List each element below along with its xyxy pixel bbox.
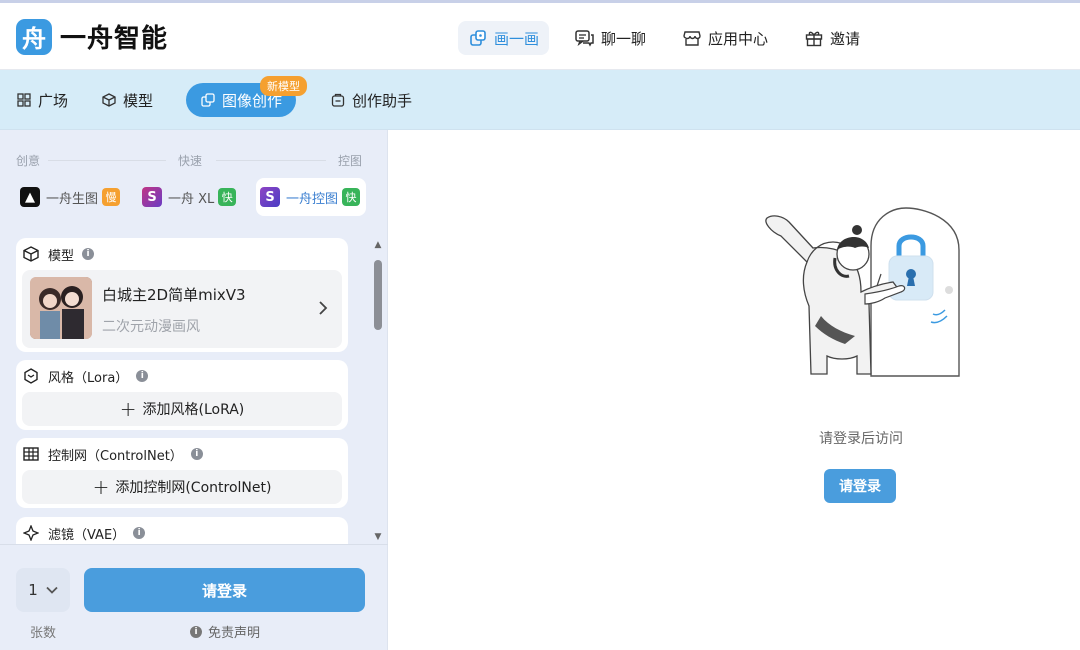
left-panel: 创意 快速 控图 ▲ 一舟生图 慢 S 一舟 XL 快 S 一舟控图 快 模型 …: [0, 130, 388, 650]
generate-login-button[interactable]: 请登录: [84, 568, 365, 612]
plus-icon: +: [92, 475, 110, 499]
topnav-app-center[interactable]: 应用中心: [672, 21, 778, 55]
lora-card-header: 风格（Lora） i: [22, 366, 149, 386]
vae-card: 滤镜（VAE） i: [16, 517, 348, 544]
plus-icon: +: [119, 397, 137, 421]
footer-divider: [0, 544, 388, 545]
scroll-thumb[interactable]: [374, 260, 382, 330]
disclaimer-label: 免责声明: [208, 626, 261, 641]
model-tab-yizhou-xl[interactable]: S 一舟 XL 快: [138, 178, 242, 216]
lora-card-title: 风格（Lora）: [48, 370, 129, 386]
slow-tag: 慢: [102, 188, 121, 206]
subnav-models-label: 模型: [123, 91, 154, 110]
image-count-select[interactable]: 1: [16, 568, 70, 612]
disclaimer-link[interactable]: i 免责声明: [190, 622, 260, 641]
scroll-down-arrow-icon[interactable]: ▼: [373, 532, 383, 542]
model-name: 白城主2D简单mixV3: [102, 286, 246, 304]
subnav-models[interactable]: 模型: [101, 83, 153, 117]
mode-divider: [216, 160, 326, 161]
model-tab-label: 一舟生图: [46, 191, 99, 207]
controlnet-card-header: 控制网（ControlNet） i: [22, 444, 203, 464]
model-tab-label: 一舟 XL: [168, 191, 215, 207]
topnav-draw[interactable]: 画一画: [458, 21, 550, 55]
scroll-up-arrow-icon[interactable]: ▲: [373, 240, 383, 250]
sail-icon: ▲: [20, 187, 40, 207]
store-icon: [682, 28, 702, 48]
subnav-plaza[interactable]: 广场: [16, 83, 68, 117]
cube-icon: [22, 245, 40, 263]
info-icon: i: [190, 625, 202, 638]
model-card: 模型 i 白城主2D简单mixV3 二次元动漫画风: [16, 238, 348, 352]
model-thumbnail: [30, 277, 92, 339]
fast-tag: 快: [218, 188, 237, 206]
cube-icon: [101, 92, 117, 108]
top-header: 舟 一舟智能 画一画 聊一聊 应用中心 邀请: [0, 0, 1080, 70]
hexagon-icon: [22, 367, 40, 385]
subnav-assistant[interactable]: 创作助手: [330, 83, 412, 117]
sparkle-icon: [22, 524, 40, 542]
mode-labels: 创意 快速 控图: [16, 152, 366, 168]
subnav-plaza-label: 广场: [38, 91, 69, 110]
chevron-right-icon: [319, 301, 328, 315]
right-panel: 请登录后访问 请登录: [389, 130, 1080, 650]
add-lora-button[interactable]: + 添加风格(LoRA): [22, 392, 342, 426]
model-tabs: ▲ 一舟生图 慢 S 一舟 XL 快 S 一舟控图 快: [16, 178, 366, 216]
info-icon[interactable]: i: [136, 370, 149, 382]
model-style: 二次元动漫画风: [102, 319, 200, 335]
gift-icon: [804, 28, 824, 48]
add-controlnet-button[interactable]: + 添加控制网(ControlNet): [22, 470, 342, 504]
info-icon[interactable]: i: [133, 527, 146, 539]
info-icon[interactable]: i: [190, 448, 203, 460]
model-selector[interactable]: 白城主2D简单mixV3 二次元动漫画风: [22, 270, 342, 348]
grid-icon: [16, 92, 32, 108]
s-logo-icon: S: [260, 187, 280, 207]
model-card-header: 模型 i: [22, 244, 95, 264]
topnav-chat-label: 聊一聊: [601, 29, 647, 48]
topnav-app-center-label: 应用中心: [708, 29, 769, 48]
image-count-value: 1: [28, 581, 38, 599]
locked-door-illustration: [765, 207, 960, 377]
add-controlnet-label: 添加控制网(ControlNet): [115, 480, 272, 496]
grid-frame-icon: [22, 445, 40, 463]
image-create-icon: [200, 92, 216, 108]
topnav-invite-label: 邀请: [830, 29, 861, 48]
subnav-assistant-label: 创作助手: [352, 91, 413, 110]
topnav-draw-label: 画一画: [494, 29, 540, 48]
model-tab-yizhou-control[interactable]: S 一舟控图 快: [256, 178, 366, 216]
topnav-chat[interactable]: 聊一聊: [565, 21, 656, 55]
assistant-icon: [330, 92, 346, 108]
new-model-badge: 新模型: [260, 76, 307, 96]
login-button[interactable]: 请登录: [824, 469, 896, 503]
model-card-title: 模型: [48, 248, 75, 264]
sub-nav: 广场 模型 图像创作 新模型 创作助手: [0, 70, 1080, 130]
chat-icon: [575, 28, 595, 48]
model-tab-yizhou-gen[interactable]: ▲ 一舟生图 慢: [16, 178, 128, 216]
brand-name: 一舟智能: [60, 24, 169, 54]
login-hint-text: 请登录后访问: [819, 431, 903, 447]
info-icon[interactable]: i: [82, 248, 95, 260]
vae-card-header: 滤镜（VAE） i: [22, 523, 146, 543]
top-nav: 画一画 聊一聊 应用中心 邀请: [458, 21, 886, 55]
controlnet-card: 控制网（ControlNet） i + 添加控制网(ControlNet): [16, 438, 348, 508]
mode-divider: [48, 160, 166, 161]
settings-scrollbar[interactable]: ▲ ▼: [372, 238, 384, 544]
mode-label-creative: 创意: [16, 154, 41, 168]
fast-tag: 快: [342, 188, 361, 206]
mode-label-control: 控图: [338, 154, 363, 168]
lora-card: 风格（Lora） i + 添加风格(LoRA): [16, 360, 348, 430]
chevron-down-icon: [46, 586, 58, 594]
logo-mark: 舟: [16, 18, 52, 55]
settings-scroll-area[interactable]: 模型 i 白城主2D简单mixV3 二次元动漫画风 风格（Lora） i + 添…: [16, 238, 348, 544]
vae-card-title: 滤镜（VAE）: [48, 527, 126, 543]
image-count-label: 张数: [30, 626, 57, 641]
brand-logo[interactable]: 舟 一舟智能: [16, 18, 168, 55]
mode-label-fast: 快速: [178, 154, 203, 168]
model-tab-label: 一舟控图: [286, 191, 339, 207]
s-logo-icon: S: [142, 187, 162, 207]
draw-icon: [468, 28, 488, 48]
controlnet-card-title: 控制网（ControlNet）: [48, 448, 183, 464]
topnav-invite[interactable]: 邀请: [794, 21, 870, 55]
add-lora-label: 添加风格(LoRA): [142, 402, 245, 418]
